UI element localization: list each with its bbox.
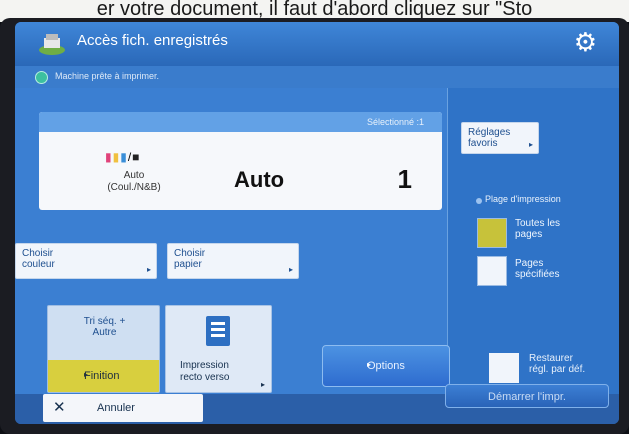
color-mode-icon: ▮▮▮/■ [105,150,141,164]
duplex-label: Impression recto verso [180,360,230,383]
status-bar: Machine prête à imprimer. [15,66,619,88]
copies-count: 1 [397,164,412,194]
favorites-button[interactable]: Réglages favoris ▸ [461,122,539,154]
summary-header: Sélectionné :1 [39,112,442,132]
finishing-button[interactable]: Tri séq. + Autre Finition ▸ [47,305,160,393]
finishing-subtitle: Tri séq. + Autre [83,316,126,338]
duplex-document-icon [206,316,230,346]
print-range-bullet-icon [476,198,482,204]
paper-value: Auto [234,167,285,192]
start-print-button[interactable]: Démarrer l'impr. [445,384,609,408]
specified-pages-label: Pages spécifiées [515,258,560,280]
close-icon: ✕ [53,399,66,416]
choose-paper-button[interactable]: Choisir papier ▸ [167,243,299,279]
choose-paper-label: Choisir papier [174,248,206,270]
chevron-right-icon: ▸ [528,140,533,149]
touch-screen: Accès fich. enregistrés ⚙ Machine prête … [15,22,619,424]
print-range-label: Plage d'impression [485,194,561,204]
all-pages-toggle[interactable] [477,218,507,248]
chevron-right-icon: ▸ [84,370,89,379]
chevron-right-icon: ▸ [146,265,151,274]
chevron-right-icon: ▸ [367,360,372,369]
chevron-right-icon: ▸ [260,380,265,389]
all-pages-label: Toutes les pages [515,218,561,240]
restore-defaults-button[interactable] [489,353,519,383]
selected-count: Sélectionné :1 [366,117,424,127]
cancel-label: Annuler [97,402,135,414]
cancel-button[interactable]: ✕ Annuler [43,394,203,422]
choose-color-label: Choisir couleur [22,248,55,270]
favorites-label: Réglages favoris [468,127,511,149]
restore-defaults-label: Restaurer régl. par déf. [529,353,586,375]
gear-icon[interactable]: ⚙ [574,29,597,55]
color-mode-label: Auto (Coul./N&B) [107,170,161,193]
specified-pages-toggle[interactable] [477,256,507,286]
status-message: Machine prête à imprimer. [55,71,160,81]
duplex-print-button[interactable]: Impression recto verso ▸ [165,305,272,393]
stored-files-icon [39,34,65,55]
title-bar: Accès fich. enregistrés ⚙ [15,22,619,66]
choose-color-button[interactable]: Choisir couleur ▸ [15,243,157,279]
page-title: Accès fich. enregistrés [77,32,228,49]
finishing-bar: Finition ▸ [48,360,159,392]
options-button[interactable]: Options ▸ [322,345,450,387]
settings-summary-card: Sélectionné :1 ▮▮▮/■ Auto (Coul./N&B) Aut… [39,112,442,210]
chevron-right-icon: ▸ [288,265,293,274]
status-ok-icon [35,71,48,84]
